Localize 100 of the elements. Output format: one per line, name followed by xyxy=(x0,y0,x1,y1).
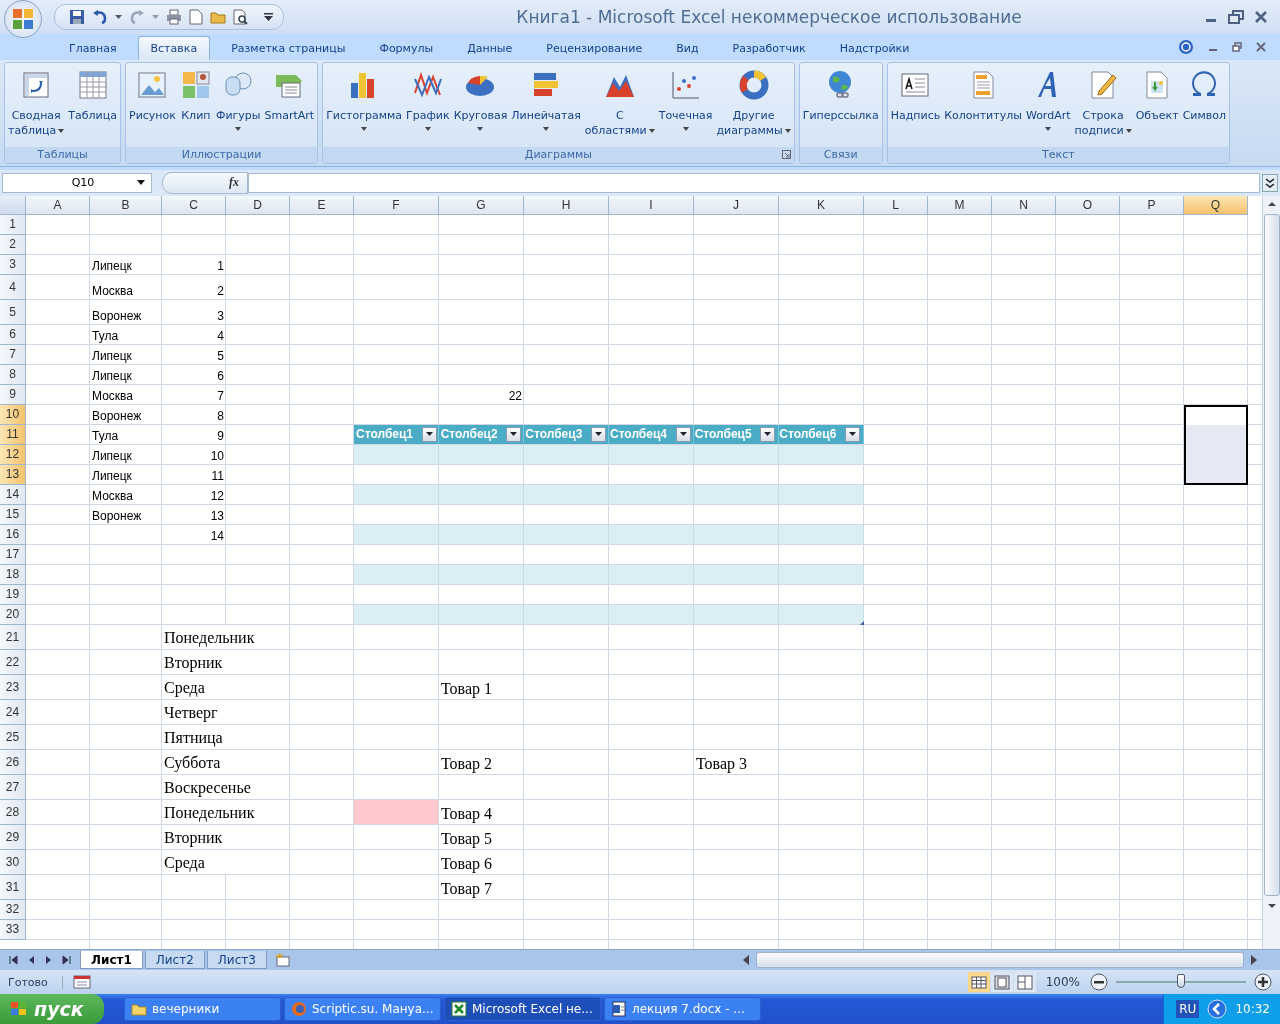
expand-icon[interactable] xyxy=(1262,173,1278,192)
first-sheet-icon[interactable] xyxy=(8,955,18,966)
sheet-tab[interactable]: Лист1 xyxy=(80,951,143,970)
formula-input[interactable] xyxy=(248,172,1260,193)
caret-icon[interactable] xyxy=(115,15,122,19)
taskbar-button[interactable]: вечерники xyxy=(124,997,281,1021)
ribbon-button[interactable]: Точечная xyxy=(656,65,715,147)
record-macro-icon[interactable] xyxy=(72,974,91,991)
filter-button[interactable] xyxy=(591,426,606,442)
customize-toolbar-icon[interactable] xyxy=(264,13,273,21)
zoom-slider-thumb[interactable] xyxy=(1177,974,1185,989)
taskbar-button[interactable]: Scriptic.su. Мануа... xyxy=(284,997,441,1021)
row-header[interactable]: 5 xyxy=(0,299,26,325)
row-header[interactable]: 29 xyxy=(0,824,26,850)
folder-icon[interactable] xyxy=(210,9,226,25)
ribbon-tab[interactable]: Разметка страницы xyxy=(218,36,359,60)
new-document-icon[interactable] xyxy=(189,9,203,25)
save-icon[interactable] xyxy=(69,9,85,25)
scroll-thumb[interactable] xyxy=(756,952,1244,969)
print-preview-icon[interactable] xyxy=(233,9,249,25)
restore-icon[interactable] xyxy=(1232,42,1242,52)
ribbon-button[interactable]: Круговая xyxy=(451,65,510,147)
ribbon-button[interactable]: Сводная таблица xyxy=(6,65,67,147)
ribbon-tab[interactable]: Главная xyxy=(56,36,130,60)
row-header[interactable]: 11 xyxy=(0,424,26,445)
row-header[interactable]: 3 xyxy=(0,254,26,275)
taskbar-button[interactable]: лекция 7.docx - ... xyxy=(604,997,761,1021)
view-button[interactable] xyxy=(1013,972,1036,993)
ribbon-button[interactable]: Колонтитулы xyxy=(942,65,1024,147)
ribbon-button[interactable]: Строка подписи xyxy=(1072,65,1134,147)
insert-sheet-icon[interactable] xyxy=(274,953,291,968)
filter-button[interactable] xyxy=(760,426,776,442)
row-header[interactable]: 13 xyxy=(0,464,26,485)
row-header[interactable]: 15 xyxy=(0,504,26,525)
row-header[interactable]: 17 xyxy=(0,544,26,565)
ribbon-button[interactable]: Рисунок xyxy=(127,65,178,147)
row-header[interactable]: 26 xyxy=(0,749,26,775)
ribbon-button[interactable]: Гистограмма xyxy=(324,65,404,147)
row-header[interactable]: 18 xyxy=(0,564,26,585)
dialog-launcher-icon[interactable] xyxy=(781,149,791,159)
ribbon-tab[interactable]: Формулы xyxy=(366,36,447,60)
taskbar-button[interactable]: Microsoft Excel не... xyxy=(444,997,601,1021)
ribbon-button[interactable]: График xyxy=(404,65,452,147)
view-button[interactable] xyxy=(967,972,990,993)
row-header[interactable]: 30 xyxy=(0,849,26,875)
help-icon[interactable] xyxy=(1178,39,1194,55)
caret-icon[interactable] xyxy=(137,180,145,186)
row-header[interactable]: 24 xyxy=(0,699,26,725)
ribbon-button[interactable]: Фигуры xyxy=(213,65,263,147)
undo-icon[interactable] xyxy=(92,9,108,25)
name-box[interactable]: Q10 xyxy=(2,172,152,193)
row-header[interactable]: 6 xyxy=(0,324,26,345)
row-header[interactable]: 16 xyxy=(0,524,26,545)
row-header[interactable]: 27 xyxy=(0,774,26,800)
ribbon-button[interactable]: Таблица xyxy=(66,65,119,147)
row-header[interactable]: 1 xyxy=(0,214,26,235)
ribbon-button[interactable]: Гиперссылка xyxy=(800,65,881,147)
sheet-tab[interactable]: Лист2 xyxy=(144,951,205,970)
row-header[interactable]: 22 xyxy=(0,649,26,675)
ribbon-tab[interactable]: Вставка xyxy=(137,36,211,60)
row-header[interactable]: 21 xyxy=(0,624,26,650)
row-header[interactable]: 25 xyxy=(0,724,26,750)
ribbon-button[interactable]: Клип xyxy=(177,65,214,147)
ribbon-button[interactable]: Другие диаграммы xyxy=(714,65,793,147)
ribbon-button[interactable]: С областями xyxy=(582,65,657,147)
row-header[interactable]: 31 xyxy=(0,874,26,900)
ribbon-tab[interactable]: Вид xyxy=(663,36,712,60)
close-icon[interactable] xyxy=(1256,42,1266,52)
sheet-tab[interactable]: Лист3 xyxy=(206,951,267,970)
zoom-level[interactable]: 100% xyxy=(1041,975,1084,990)
row-header[interactable]: 9 xyxy=(0,384,26,405)
row-header[interactable]: 19 xyxy=(0,584,26,605)
zoom-in-icon[interactable] xyxy=(1254,973,1272,992)
ribbon-button[interactable]: Объект xyxy=(1133,65,1181,147)
ribbon-tab[interactable]: Надстройки xyxy=(826,36,923,60)
office-button[interactable] xyxy=(4,0,42,38)
ribbon-tab[interactable]: Разработчик xyxy=(719,36,819,60)
row-header[interactable]: 23 xyxy=(0,674,26,700)
row-header[interactable]: 14 xyxy=(0,484,26,505)
chevron-icon[interactable] xyxy=(1207,999,1228,1019)
row-header[interactable]: 10 xyxy=(0,404,26,425)
language-indicator[interactable]: RU xyxy=(1176,1000,1200,1018)
print-icon[interactable] xyxy=(166,9,182,25)
row-header[interactable]: 33 xyxy=(0,919,26,940)
row-header[interactable]: 8 xyxy=(0,364,26,385)
row-header[interactable]: 20 xyxy=(0,604,26,625)
row-header[interactable]: 7 xyxy=(0,344,26,365)
filter-button[interactable] xyxy=(506,426,522,442)
row-header[interactable]: 32 xyxy=(0,899,26,920)
last-sheet-icon[interactable] xyxy=(62,955,72,966)
ribbon-tab[interactable]: Данные xyxy=(454,36,526,60)
row-header[interactable]: 2 xyxy=(0,234,26,255)
row-header[interactable]: 4 xyxy=(0,274,26,300)
filter-button[interactable] xyxy=(845,426,860,442)
zoom-out-icon[interactable] xyxy=(1090,973,1108,992)
ribbon-button[interactable]: Надпись xyxy=(888,65,943,147)
ribbon-button[interactable]: Символ xyxy=(1180,65,1229,147)
ribbon-tab[interactable]: Рецензирование xyxy=(533,36,656,60)
resize-handle-icon[interactable] xyxy=(860,620,864,625)
row-header[interactable]: 12 xyxy=(0,444,26,465)
